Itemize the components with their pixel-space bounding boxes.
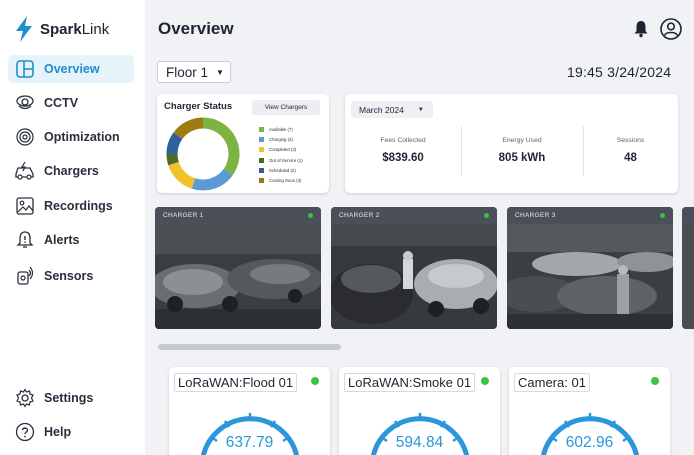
camera-header [682, 207, 694, 224]
lightning-bolt-icon [16, 16, 32, 42]
sensor-name: LoRaWAN:Smoke 01 [344, 373, 476, 392]
sensor-status-dot [651, 377, 659, 385]
sensor-icon [14, 265, 36, 287]
floor-select[interactable]: Floor 1 ▼ [157, 61, 231, 83]
sidebar-item-sensors[interactable]: Sensors [8, 262, 134, 290]
camera-status-dot [308, 213, 313, 218]
donut-segment [168, 161, 196, 189]
sidebar-item-label: CCTV [44, 96, 79, 110]
sensor-value: 602.96 [565, 434, 614, 451]
sidebar-item-label: Help [44, 425, 72, 439]
legend-item: Scheduled (2) [259, 165, 303, 175]
sidebar-item-cctv[interactable]: CCTV [8, 89, 134, 117]
camera-feed-charger-3[interactable]: CHARGER 3 [507, 207, 673, 329]
camera-feed-charger-1[interactable]: CHARGER 1 [155, 207, 321, 329]
monthly-stats-card: March 2024 ▼ Fees Collected $839.60 Ener… [345, 94, 678, 193]
month-select[interactable]: March 2024 ▼ [351, 101, 433, 118]
sidebar-item-label: Sensors [44, 269, 94, 283]
sensor-card-flood[interactable]: LoRaWAN:Flood 01 637.79 [169, 367, 330, 455]
legend-swatch [259, 167, 264, 173]
legend-item: Charging (4) [259, 134, 303, 144]
sidebar-item-settings[interactable]: Settings [8, 384, 134, 412]
camera-header: CHARGER 1 [155, 207, 321, 224]
chevron-down-icon: ▼ [216, 67, 224, 77]
legend-swatch [259, 126, 264, 132]
charger-status-card: Charger Status View Chargers Available (… [157, 94, 329, 193]
alert-icon [14, 229, 36, 251]
sidebar-item-recordings[interactable]: Recordings [8, 192, 134, 220]
legend-item: Completed (3) [259, 145, 303, 155]
sidebar-item-overview[interactable]: Overview [8, 55, 134, 83]
image-icon [14, 195, 36, 217]
sidebar-item-alerts[interactable]: Alerts [8, 226, 134, 254]
camera-feed-partial[interactable] [682, 207, 694, 329]
sensor-name: Camera: 01 [514, 373, 590, 392]
stat-sessions: Sessions 48 [616, 137, 645, 164]
page-title: Overview [158, 19, 234, 38]
donut-segment [166, 132, 183, 155]
floor-select-value: Floor 1 [166, 64, 209, 80]
cctv-camera-icon [14, 92, 36, 114]
charger-status-title: Charger Status [164, 101, 233, 112]
camera-feed-image [682, 224, 694, 329]
sensor-status-dot [311, 377, 319, 385]
brand-name: SparkLink [40, 20, 110, 38]
camera-feed-image [155, 224, 321, 329]
sidebar-item-label: Chargers [44, 164, 99, 178]
brand-logo[interactable]: SparkLink [14, 16, 109, 42]
legend-swatch [259, 136, 264, 142]
sensor-card-camera[interactable]: Camera: 01 602.96 [509, 367, 670, 455]
month-select-value: March 2024 [359, 104, 404, 115]
legend-item: Coming Soon (3) [259, 175, 303, 185]
legend-item: Available (7) [259, 124, 303, 134]
camera-header: CHARGER 2 [331, 207, 497, 224]
charger-car-icon [14, 160, 36, 182]
donut-segment [202, 117, 240, 176]
legend-swatch [259, 178, 264, 184]
user-avatar-icon[interactable] [660, 18, 682, 40]
sidebar-item-label: Settings [44, 391, 94, 405]
help-icon [14, 421, 36, 443]
camera-header: CHARGER 3 [507, 207, 673, 224]
sidebar-item-help[interactable]: Help [8, 418, 134, 446]
sidebar-item-optimization[interactable]: Optimization [8, 123, 134, 151]
charger-status-donut [166, 117, 240, 191]
legend-swatch [259, 157, 264, 163]
legend-item: Out of Service (1) [259, 155, 303, 165]
optimization-icon [14, 126, 36, 148]
sensor-value: 637.79 [225, 434, 274, 451]
sidebar-item-label: Alerts [44, 233, 80, 247]
camera-scrollbar[interactable] [158, 344, 341, 350]
date-time: 19:45 3/24/2024 [567, 64, 672, 80]
donut-segment [166, 153, 179, 166]
bell-icon[interactable] [633, 20, 649, 38]
sidebar-item-label: Recordings [44, 199, 113, 213]
sensor-card-smoke[interactable]: LoRaWAN:Smoke 01 594.84 [339, 367, 500, 455]
camera-feed-image [507, 224, 673, 329]
stat-fees-collected: Fees Collected $839.60 [380, 137, 426, 164]
camera-feed-image [331, 224, 497, 329]
donut-segment [191, 168, 233, 191]
sidebar-item-chargers[interactable]: Chargers [8, 157, 134, 185]
sidebar-item-label: Optimization [44, 130, 120, 144]
sidebar-item-label: Overview [44, 62, 100, 76]
camera-status-dot [484, 213, 489, 218]
stat-energy-used: Energy Used 805 kWh [498, 137, 546, 164]
legend-swatch [259, 147, 264, 153]
sensor-status-dot [481, 377, 489, 385]
sensor-name: LoRaWAN:Flood 01 [174, 373, 298, 392]
sidebar: SparkLink Overview CCTV Optimization Cha… [0, 0, 145, 455]
view-chargers-button[interactable]: View Chargers [252, 100, 320, 115]
layout-icon [14, 58, 36, 80]
charger-status-legend: Available (7) Charging (4) Completed (3)… [259, 124, 303, 186]
camera-status-dot [660, 213, 665, 218]
gear-icon [14, 387, 36, 409]
camera-feed-charger-2[interactable]: CHARGER 2 [331, 207, 497, 329]
donut-segment [173, 117, 204, 140]
sensor-value: 594.84 [395, 434, 444, 451]
chevron-down-icon: ▼ [417, 106, 424, 113]
